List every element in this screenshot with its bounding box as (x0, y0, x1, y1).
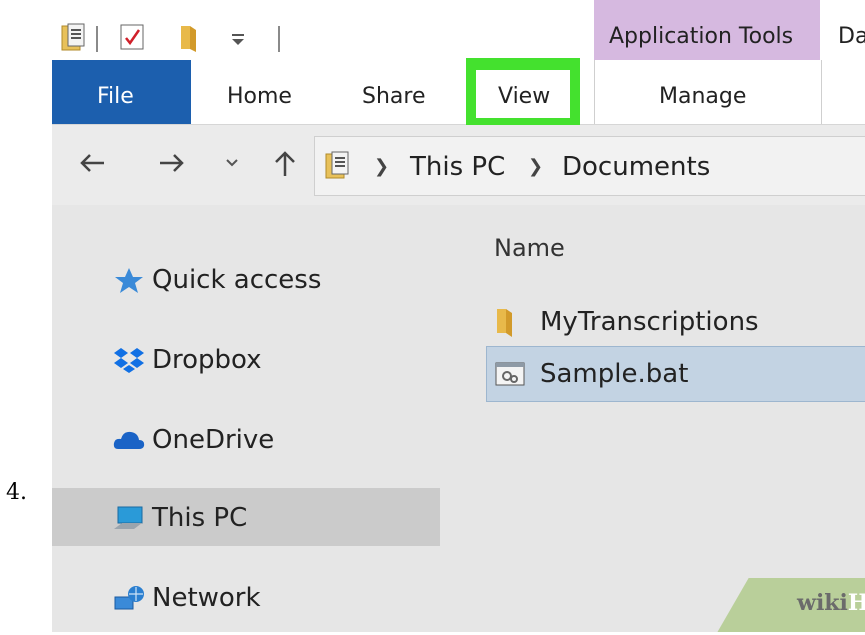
computer-icon (112, 503, 146, 533)
star-pin-icon (112, 265, 146, 295)
back-arrow-icon[interactable] (78, 148, 108, 186)
sidebar-item-this-pc[interactable]: This PC (112, 498, 247, 538)
tab-home[interactable]: Home (227, 84, 292, 109)
tab-file-label: File (97, 84, 134, 109)
file-name: MyTranscriptions (540, 307, 759, 337)
recent-locations-chevron-icon[interactable] (224, 148, 240, 186)
sidebar-item-network[interactable]: Network (112, 578, 261, 618)
breadcrumb-this-pc[interactable]: This PC (410, 152, 505, 182)
dropbox-icon (112, 345, 146, 375)
properties-check-icon[interactable] (118, 22, 146, 52)
customize-toolbar-icon[interactable] (228, 22, 248, 52)
this-pc-icon (324, 150, 352, 187)
sidebar-item-label: Quick access (152, 265, 322, 295)
breadcrumb-chevron-icon[interactable]: ❯ (374, 156, 389, 177)
step-number: 4. (6, 480, 27, 505)
sidebar-item-quick-access[interactable]: Quick access (112, 260, 321, 300)
tab-share[interactable]: Share (362, 84, 426, 109)
cloud-icon (112, 425, 146, 455)
window-title: Da (838, 24, 865, 49)
toolbar-separator (96, 26, 98, 52)
tab-view-label: View (498, 84, 551, 109)
tab-manage-label: Manage (659, 84, 747, 109)
up-arrow-icon[interactable] (272, 148, 298, 186)
sidebar-item-onedrive[interactable]: OneDrive (112, 420, 274, 460)
contextual-tab-group-label: Application Tools (609, 24, 794, 49)
breadcrumb-documents[interactable]: Documents (562, 152, 710, 182)
list-item[interactable]: MyTranscriptions (494, 302, 759, 342)
batch-file-icon (494, 359, 526, 389)
breadcrumb-chevron-icon[interactable]: ❯ (528, 156, 543, 177)
new-folder-icon[interactable] (178, 22, 200, 52)
list-item[interactable]: Sample.bat (494, 354, 688, 394)
sidebar-item-label: Network (152, 583, 261, 613)
sidebar-item-dropbox[interactable]: Dropbox (112, 340, 262, 380)
toolbar-separator (278, 26, 280, 52)
watermark-logo: wikiHow (797, 590, 865, 616)
forward-arrow-icon[interactable] (156, 148, 186, 186)
column-header-name[interactable]: Name (494, 234, 565, 262)
sidebar-item-label: OneDrive (152, 425, 275, 455)
sidebar-item-label: Dropbox (152, 345, 262, 375)
network-icon (112, 583, 146, 613)
file-name: Sample.bat (540, 359, 689, 389)
file-explorer-window: Application Tools Da File Home Share Vie… (52, 0, 865, 632)
sidebar-item-label: This PC (152, 503, 248, 533)
folder-icon (494, 307, 518, 337)
folder-properties-icon[interactable] (60, 22, 88, 52)
